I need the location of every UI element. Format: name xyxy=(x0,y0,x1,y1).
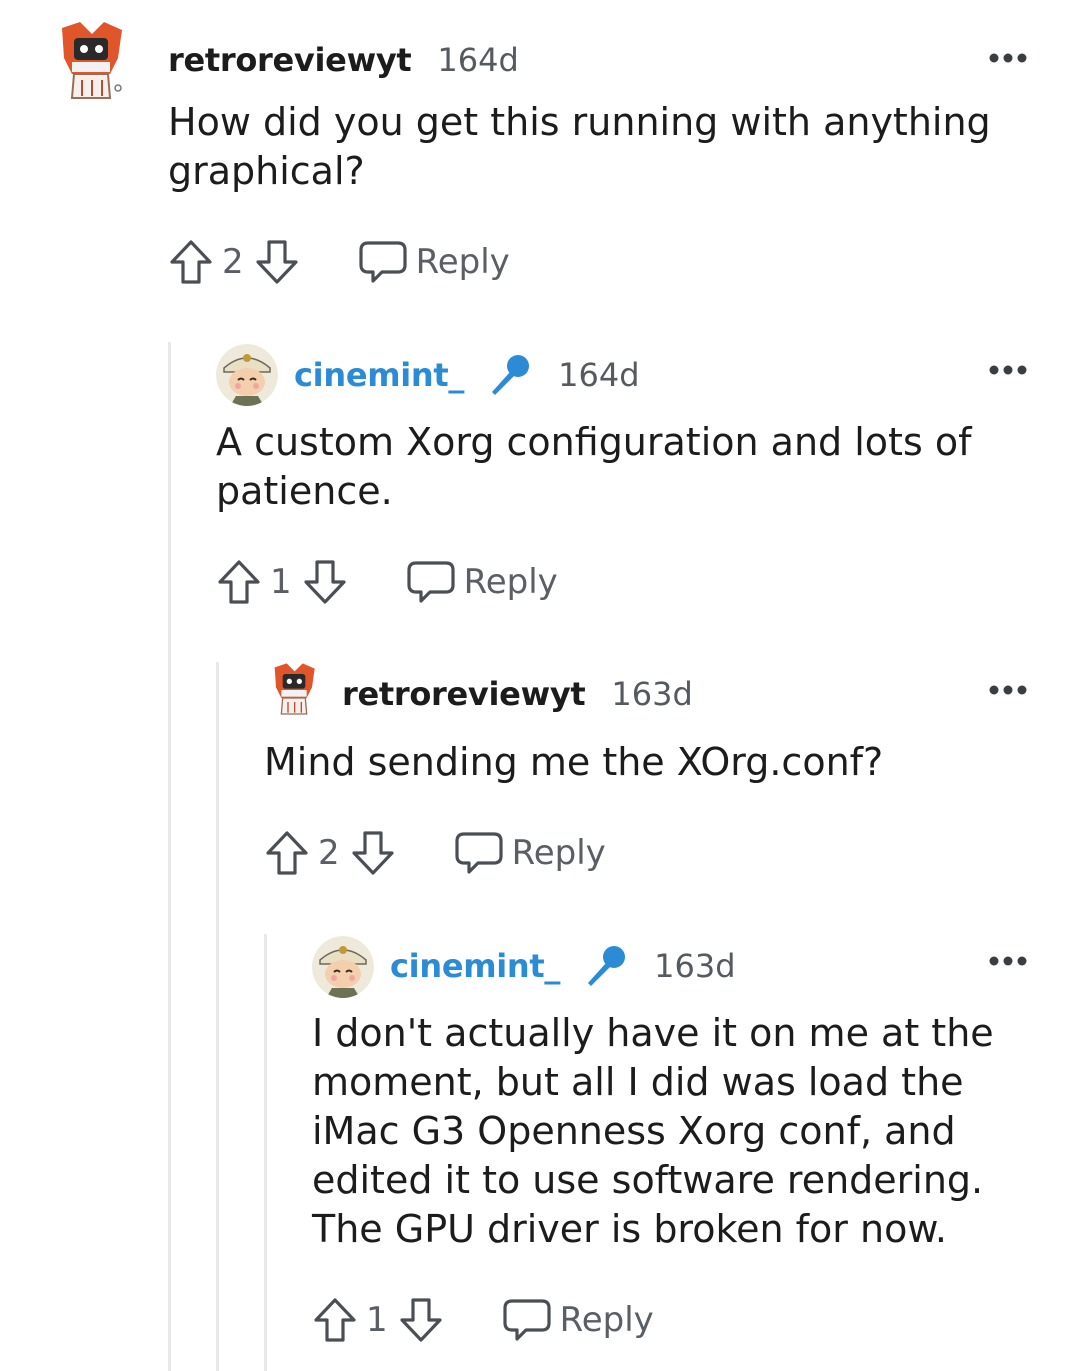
comment-age: 163d xyxy=(611,675,693,713)
comment-body: How did you get this running with anythi… xyxy=(168,100,991,193)
downvote-icon[interactable] xyxy=(398,1296,444,1344)
more-options-icon[interactable] xyxy=(988,364,1028,376)
upvote-icon[interactable] xyxy=(264,829,310,877)
speech-bubble-icon xyxy=(407,561,455,603)
upvote-icon[interactable] xyxy=(216,558,262,606)
vote-count: 1 xyxy=(366,1300,388,1340)
character-avatar-icon[interactable] xyxy=(312,936,374,998)
comment-age: 164d xyxy=(437,41,519,79)
reply-button[interactable]: Reply xyxy=(502,1297,654,1343)
reply-label: Reply xyxy=(415,242,510,282)
comment-age: 164d xyxy=(558,356,640,394)
vote-count: 2 xyxy=(318,833,340,873)
upvote-icon[interactable] xyxy=(168,238,214,286)
vote-count: 1 xyxy=(270,562,292,602)
more-options-icon[interactable] xyxy=(988,684,1028,696)
username[interactable]: retroreviewyt xyxy=(168,41,412,79)
username[interactable]: retroreviewyt xyxy=(342,675,586,713)
reply-button[interactable]: Reply xyxy=(454,830,606,876)
comment-age: 163d xyxy=(654,947,736,985)
reply-button[interactable]: Reply xyxy=(358,239,510,285)
reply-label: Reply xyxy=(463,562,558,602)
comment-body: A custom Xorg configuration and lots of … xyxy=(216,420,972,513)
vote-count: 2 xyxy=(222,242,244,282)
speech-bubble-icon xyxy=(455,832,503,874)
thread-line-level-1[interactable] xyxy=(168,342,171,1371)
speech-bubble-icon xyxy=(503,1299,551,1341)
upvote-icon[interactable] xyxy=(312,1296,358,1344)
more-options-icon[interactable] xyxy=(988,52,1028,64)
thread-line-level-3[interactable] xyxy=(264,934,267,1371)
speech-bubble-icon xyxy=(359,241,407,283)
downvote-icon[interactable] xyxy=(350,829,396,877)
robot-avatar-icon[interactable] xyxy=(52,18,130,106)
character-avatar-icon[interactable] xyxy=(216,344,278,406)
microphone-icon xyxy=(588,946,626,986)
comment-body: I don't actually have it on me at the mo… xyxy=(312,1011,994,1251)
thread-line-level-2[interactable] xyxy=(216,662,219,1371)
comment-body: Mind sending me the XOrg.conf? xyxy=(264,740,884,784)
microphone-icon xyxy=(492,355,530,395)
more-options-icon[interactable] xyxy=(988,955,1028,967)
reply-label: Reply xyxy=(559,1300,654,1340)
username[interactable]: cinemint_ xyxy=(390,947,560,985)
reply-label: Reply xyxy=(511,833,606,873)
reply-button[interactable]: Reply xyxy=(406,559,558,605)
downvote-icon[interactable] xyxy=(254,238,300,286)
username[interactable]: cinemint_ xyxy=(294,356,464,394)
robot-avatar-icon[interactable] xyxy=(268,660,320,720)
comment-thread: retroreviewyt 164d How did you get this … xyxy=(0,0,1080,1371)
downvote-icon[interactable] xyxy=(302,558,348,606)
